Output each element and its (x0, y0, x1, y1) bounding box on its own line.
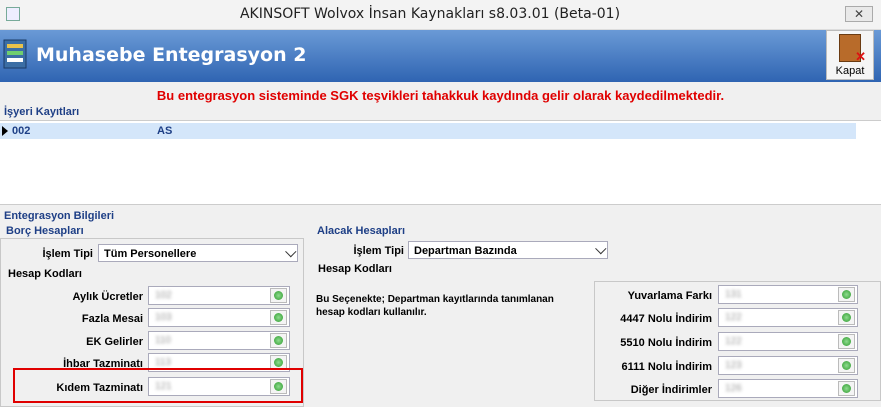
green-lookup-icon[interactable] (270, 310, 287, 325)
ek-gelirler-value: 110 (155, 335, 171, 346)
indirim-6111-label: 6111 Nolu İndirim (621, 361, 712, 373)
door-exit-icon: ✕ (839, 34, 866, 64)
ek-gelirler-field[interactable]: 110 (148, 331, 290, 350)
isyeri-name: AS (157, 125, 173, 137)
indirim-6111-value: 123 (725, 360, 742, 371)
alacak-info-text: Bu Seçenekte; Departman kayıtlarında tan… (316, 294, 554, 318)
close-module-button[interactable]: ✕ Kapat (826, 30, 874, 80)
indirim-5510-field[interactable]: 122 (718, 332, 858, 351)
green-lookup-icon[interactable] (838, 358, 855, 373)
highlight-box (13, 368, 303, 403)
alacak-islem-tipi-select[interactable]: Departman Bazında (408, 241, 608, 259)
fazla-mesai-value: 103 (155, 312, 172, 323)
alacak-islem-tipi-value: Departman Bazında (414, 245, 517, 257)
integration-icon (3, 39, 27, 69)
yuvarlama-farki-label: Yuvarlama Farkı (627, 290, 712, 302)
indirim-4447-value: 122 (725, 312, 742, 323)
aylik-ucretler-field[interactable]: 102 (148, 286, 290, 305)
alacak-hesap-kodlari-label: Hesap Kodları (318, 263, 392, 275)
chevron-down-icon (595, 243, 607, 255)
isyeri-code: 002 (12, 125, 31, 137)
module-header: Muhasebe Entegrasyon 2 (0, 30, 881, 82)
table-row[interactable]: 002 AS (0, 123, 856, 139)
isyeri-section-label: İşyeri Kayıtları (4, 106, 80, 118)
module-title: Muhasebe Entegrasyon 2 (36, 44, 307, 66)
green-lookup-icon[interactable] (270, 288, 287, 303)
indirim-4447-label: 4447 Nolu İndirim (620, 313, 712, 325)
fazla-mesai-label: Fazla Mesai (81, 313, 143, 325)
chevron-down-icon (285, 246, 297, 258)
borc-section-label: Borç Hesapları (6, 225, 84, 237)
aylik-ucretler-value: 102 (155, 290, 172, 301)
alacak-section-label: Alacak Hesapları (317, 225, 406, 237)
alacak-islem-tipi-label: İşlem Tipi (353, 245, 404, 257)
fazla-mesai-field[interactable]: 103 (148, 308, 290, 327)
indirim-5510-label: 5510 Nolu İndirim (620, 337, 712, 349)
indirim-5510-value: 122 (725, 336, 742, 347)
yuvarlama-farki-value: 131 (725, 289, 742, 300)
aylik-ucretler-label: Aylık Ücretler (72, 291, 143, 303)
window-close-button[interactable]: ✕ (845, 6, 873, 22)
window-titlebar: AKINSOFT Wolvox İnsan Kaynakları s8.03.0… (0, 0, 881, 30)
indirim-6111-field[interactable]: 123 (718, 356, 858, 375)
close-module-label: Kapat (835, 65, 865, 77)
diger-indirimler-value: 126 (725, 383, 742, 394)
entegrasyon-section-label: Entegrasyon Bilgileri (4, 210, 115, 222)
borc-hesap-kodlari-label: Hesap Kodları (8, 268, 82, 280)
ek-gelirler-label: EK Gelirler (86, 336, 143, 348)
row-pointer-icon (2, 126, 8, 136)
green-lookup-icon[interactable] (838, 381, 855, 396)
warning-message: Bu entegrasyon sisteminde SGK teşvikleri… (156, 88, 725, 103)
diger-indirimler-field[interactable]: 126 (718, 379, 858, 398)
yuvarlama-farki-field[interactable]: 131 (718, 285, 858, 304)
indirim-4447-field[interactable]: 122 (718, 308, 858, 327)
green-lookup-icon[interactable] (270, 333, 287, 348)
ihbar-tazminati-value: 113 (155, 357, 171, 368)
green-lookup-icon[interactable] (838, 287, 855, 302)
isyeri-grid[interactable]: 002 AS (0, 120, 881, 205)
green-lookup-icon[interactable] (838, 334, 855, 349)
borc-islem-tipi-label: İşlem Tipi (42, 248, 93, 260)
diger-indirimler-label: Diğer İndirimler (630, 384, 712, 396)
borc-islem-tipi-value: Tüm Personellere (104, 248, 197, 260)
green-lookup-icon[interactable] (838, 310, 855, 325)
borc-islem-tipi-select[interactable]: Tüm Personellere (98, 244, 298, 262)
window-title: AKINSOFT Wolvox İnsan Kaynakları s8.03.0… (239, 6, 621, 22)
